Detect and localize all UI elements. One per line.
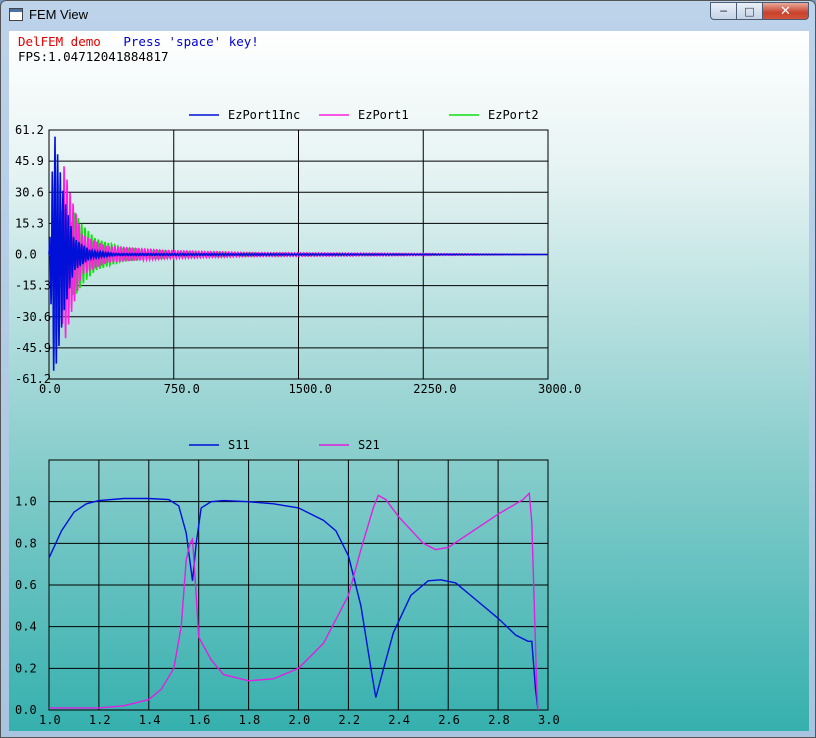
close-button[interactable]: ✕ bbox=[763, 2, 809, 20]
y-tick-label: 0.0 bbox=[15, 248, 37, 262]
y-tick-label: 61.2 bbox=[15, 123, 44, 137]
x-tick-label: 750.0 bbox=[164, 382, 200, 396]
legend-label-ezport1: EzPort1 bbox=[358, 108, 409, 122]
y-tick-label: -30.6 bbox=[15, 310, 51, 324]
x-tick-label: 1.8 bbox=[239, 713, 261, 727]
minimize-icon: ─ bbox=[720, 4, 727, 18]
y-tick-label: 45.9 bbox=[15, 154, 44, 168]
y-tick-label: 1.0 bbox=[15, 495, 37, 509]
x-tick-label: 2.4 bbox=[388, 713, 410, 727]
maximize-button[interactable]: □ bbox=[737, 2, 763, 20]
legend-label-s21: S21 bbox=[358, 438, 380, 452]
gl-canvas[interactable]: DelFEM demo Press 'space' key! FPS:1.047… bbox=[9, 31, 809, 731]
legend-label-s11: S11 bbox=[228, 438, 250, 452]
y-tick-label: -15.3 bbox=[15, 279, 51, 293]
y-tick-label: 0.6 bbox=[15, 578, 37, 592]
x-tick-label: 2.2 bbox=[338, 713, 360, 727]
title-bar[interactable]: FEM View ─ □ ✕ bbox=[1, 1, 815, 29]
series-line-s11 bbox=[48, 497, 539, 711]
x-tick-label: 1.2 bbox=[89, 713, 111, 727]
x-tick-label: 1.6 bbox=[189, 713, 211, 727]
y-tick-label: 0.2 bbox=[15, 661, 37, 675]
app-window-icon[interactable] bbox=[9, 8, 23, 21]
y-tick-label: 0.0 bbox=[15, 703, 37, 717]
window-controls: ─ □ ✕ bbox=[710, 2, 809, 21]
x-tick-label: 2.0 bbox=[289, 713, 311, 727]
x-tick-label: 1.0 bbox=[39, 713, 61, 727]
legend-label-ezport2: EzPort2 bbox=[488, 108, 539, 122]
series-line-s21 bbox=[49, 491, 539, 711]
y-tick-label: 0.8 bbox=[15, 536, 37, 550]
chart-2: 1.0 1.2 1.4 1.6 1.8 2.0 2.2 2.4 2.6 2.8 3.0 1.0 0.8 0… bbox=[15, 438, 560, 727]
x-tick-label: 3.0 bbox=[538, 713, 560, 727]
maximize-icon: □ bbox=[744, 4, 755, 18]
y-tick-label: 30.6 bbox=[15, 185, 44, 199]
y-tick-label: 0.4 bbox=[15, 620, 37, 634]
x-tick-label: 2.6 bbox=[438, 713, 460, 727]
fem-view-window: FEM View ─ □ ✕ DelFEM demo Press 'space'… bbox=[0, 0, 816, 738]
x-tick-label: 2.8 bbox=[488, 713, 510, 727]
chart-1: 0.0 750.0 1500.0 2250.0 3000.0 61.2 45.9 30.6 15… bbox=[15, 108, 581, 396]
window-title: FEM View bbox=[29, 7, 88, 22]
legend-label-ezport1inc: EzPort1Inc bbox=[228, 108, 300, 122]
plots-svg: 0.0 750.0 1500.0 2250.0 3000.0 61.2 45.9 30.6 15… bbox=[15, 108, 581, 727]
x-tick-label: 1500.0 bbox=[289, 382, 332, 396]
y-tick-label: -45.9 bbox=[15, 341, 51, 355]
close-icon: ✕ bbox=[780, 3, 791, 19]
x-tick-label: 3000.0 bbox=[538, 382, 581, 396]
y-tick-label: 15.3 bbox=[15, 216, 44, 230]
y-tick-label: -61.2 bbox=[15, 372, 51, 386]
x-tick-label: 2250.0 bbox=[413, 382, 456, 396]
x-tick-label: 1.4 bbox=[139, 713, 161, 727]
minimize-button[interactable]: ─ bbox=[710, 2, 737, 20]
